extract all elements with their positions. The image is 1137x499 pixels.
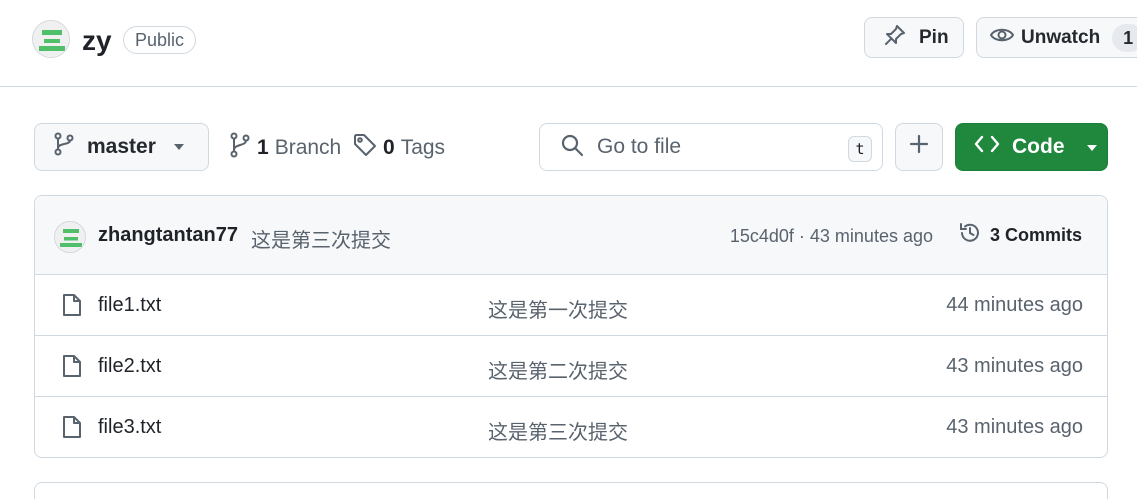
- latest-commit-bar: zhangtantan77 这是第三次提交 15c4d0f · 43 minut…: [35, 196, 1107, 275]
- code-icon: [974, 133, 1000, 161]
- readme-panel: [34, 482, 1108, 499]
- tags-count: 0: [383, 136, 395, 159]
- triangle-down-icon: [172, 136, 186, 158]
- code-label: Code: [1012, 135, 1065, 158]
- go-to-file-input[interactable]: [597, 135, 837, 159]
- file-icon: [62, 415, 82, 444]
- triangle-down-icon: [1085, 135, 1099, 159]
- branches-count: 1: [257, 136, 269, 159]
- history-icon: [958, 221, 982, 250]
- file-name-link[interactable]: file2.txt: [98, 355, 161, 378]
- repo-header: zy Public Pin Unwatch 1: [0, 0, 1137, 87]
- file-row[interactable]: file2.txt 这是第二次提交 43 minutes ago: [35, 336, 1107, 397]
- repo-name-link[interactable]: zy: [82, 24, 112, 58]
- plus-icon: [908, 133, 930, 161]
- file-icon: [62, 354, 82, 383]
- file-commit-message-link[interactable]: 这是第一次提交: [488, 294, 628, 323]
- pin-button[interactable]: Pin: [864, 17, 964, 58]
- file-name-link[interactable]: file3.txt: [98, 416, 161, 439]
- file-commit-time: 43 minutes ago: [946, 355, 1083, 377]
- pin-label: Pin: [919, 26, 949, 48]
- watch-count-badge: 1: [1112, 23, 1137, 52]
- git-branch-icon: [53, 132, 75, 162]
- author-avatar[interactable]: [54, 221, 86, 253]
- branches-link[interactable]: 1 Branch: [229, 132, 342, 164]
- unwatch-label: Unwatch: [1021, 26, 1101, 48]
- file-icon: [62, 293, 82, 322]
- file-commit-time: 44 minutes ago: [946, 294, 1083, 316]
- tag-icon: [353, 133, 377, 163]
- tags-link[interactable]: 0 Tags: [353, 133, 445, 163]
- file-name-link[interactable]: file1.txt: [98, 294, 161, 317]
- commit-hash-time[interactable]: 15c4d0f · 43 minutes ago: [730, 226, 933, 247]
- pin-icon: [883, 23, 907, 53]
- git-branch-icon: [229, 132, 251, 164]
- commits-count-label: 3 Commits: [990, 225, 1083, 245]
- file-row[interactable]: file3.txt 这是第三次提交 43 minutes ago: [35, 397, 1107, 457]
- file-commit-message-link[interactable]: 这是第二次提交: [488, 355, 628, 384]
- commits-history-link[interactable]: 3 Commits: [958, 221, 1082, 250]
- code-button[interactable]: Code: [955, 123, 1108, 171]
- file-row[interactable]: file1.txt 这是第一次提交 44 minutes ago: [35, 275, 1107, 336]
- branch-name: master: [87, 135, 156, 158]
- eye-icon: [989, 23, 1015, 53]
- tags-label: Tags: [400, 136, 446, 159]
- file-listing: zhangtantan77 这是第三次提交 15c4d0f · 43 minut…: [34, 195, 1108, 458]
- visibility-badge: Public: [123, 26, 197, 54]
- branch-selector-button[interactable]: master: [34, 123, 209, 171]
- file-commit-message-link[interactable]: 这是第三次提交: [488, 416, 628, 445]
- search-icon: [560, 133, 584, 162]
- unwatch-button[interactable]: Unwatch 1: [976, 17, 1137, 58]
- repository-page: zy Public Pin Unwatch 1 master 1 Branch …: [0, 0, 1137, 499]
- commit-message-link[interactable]: 这是第三次提交: [251, 224, 391, 253]
- add-file-button[interactable]: [895, 123, 943, 171]
- repo-avatar-icon[interactable]: [32, 20, 70, 58]
- commit-author-link[interactable]: zhangtantan77: [98, 224, 238, 247]
- go-to-file-search[interactable]: t: [539, 123, 883, 171]
- keyboard-shortcut-hint: t: [848, 136, 872, 162]
- file-commit-time: 43 minutes ago: [946, 416, 1083, 438]
- branches-label: Branch: [274, 136, 342, 159]
